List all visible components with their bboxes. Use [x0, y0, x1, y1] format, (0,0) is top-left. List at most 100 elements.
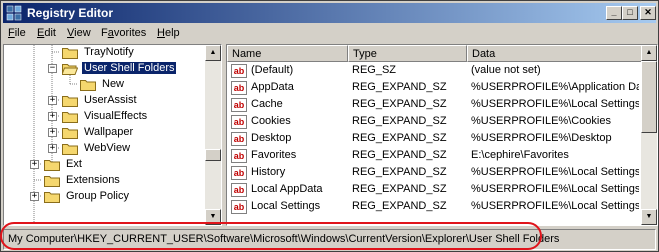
- value-type: REG_SZ: [352, 64, 397, 76]
- tree-node-userassist[interactable]: + UserAssist: [4, 93, 204, 109]
- expand-icon[interactable]: +: [30, 192, 39, 201]
- string-value-icon: ab: [231, 115, 247, 129]
- value-data: E:\cephire\Favorites: [471, 149, 569, 161]
- tree-node-extensions[interactable]: Extensions: [4, 173, 204, 189]
- values-list-pane[interactable]: Name Type Data ab (Default) REG_SZ (valu…: [226, 44, 658, 226]
- folder-icon: [62, 48, 78, 59]
- value-data: %USERPROFILE%\Local Settings: [471, 200, 639, 212]
- value-row[interactable]: ab Cache REG_EXPAND_SZ %USERPROFILE%\Loc…: [227, 97, 639, 114]
- folder-icon: [62, 96, 78, 107]
- tree-node-label: VisualEffects: [84, 110, 148, 122]
- value-type: REG_EXPAND_SZ: [352, 132, 447, 144]
- tree-node-traynotify[interactable]: TrayNotify: [4, 45, 204, 61]
- folder-icon: [44, 176, 60, 187]
- menu-view[interactable]: View: [67, 27, 91, 39]
- value-row[interactable]: ab Cookies REG_EXPAND_SZ %USERPROFILE%\C…: [227, 114, 639, 131]
- minimize-button[interactable]: _: [606, 6, 622, 20]
- minimize-icon: _: [611, 7, 617, 17]
- tree-node-label: User Shell Folders: [80, 61, 178, 75]
- folder-icon: [80, 80, 96, 91]
- value-row[interactable]: ab Local Settings REG_EXPAND_SZ %USERPRO…: [227, 199, 639, 216]
- expand-icon[interactable]: +: [30, 160, 39, 169]
- value-name: Favorites: [251, 149, 297, 161]
- menu-bar: File Edit View Favorites Help: [3, 24, 656, 43]
- folder-icon: [62, 112, 78, 123]
- column-header-name[interactable]: Name: [227, 45, 348, 62]
- arrow-down-icon: ▼: [645, 213, 653, 220]
- string-value-icon: ab: [231, 166, 247, 180]
- scroll-thumb[interactable]: [205, 149, 221, 161]
- menu-favorites[interactable]: Favorites: [101, 27, 146, 39]
- value-row[interactable]: ab (Default) REG_SZ (value not set): [227, 63, 639, 80]
- value-name: (Default): [251, 64, 294, 76]
- value-row[interactable]: ab AppData REG_EXPAND_SZ %USERPROFILE%\A…: [227, 80, 639, 97]
- string-value-icon: ab: [231, 81, 247, 95]
- value-name: Cache: [251, 98, 283, 110]
- arrow-up-icon: ▲: [645, 49, 653, 56]
- value-data: %USERPROFILE%\Local Settings\Appl: [471, 183, 639, 195]
- tree-node-label: Group Policy: [66, 190, 129, 202]
- expand-icon[interactable]: +: [48, 96, 57, 105]
- value-data: %USERPROFILE%\Desktop: [471, 132, 612, 144]
- tree-node-wallpaper[interactable]: + Wallpaper: [4, 125, 204, 141]
- tree-node-label: New: [102, 78, 125, 90]
- scroll-thumb[interactable]: [641, 61, 657, 133]
- tree-node-user-shell-folders[interactable]: − User Shell Folders: [4, 61, 204, 77]
- scroll-up-button[interactable]: ▲: [641, 45, 657, 61]
- string-value-icon: ab: [231, 132, 247, 146]
- value-data: (value not set): [471, 64, 541, 76]
- value-row[interactable]: ab History REG_EXPAND_SZ %USERPROFILE%\L…: [227, 165, 639, 182]
- tree-node-new[interactable]: New: [4, 77, 204, 93]
- open-folder-icon: [62, 64, 78, 75]
- scroll-up-button[interactable]: ▲: [205, 45, 221, 61]
- expand-icon[interactable]: +: [48, 144, 57, 153]
- status-path-highlight: [0, 222, 542, 250]
- maximize-button[interactable]: □: [622, 6, 638, 20]
- menu-file[interactable]: File: [8, 27, 26, 39]
- tree-scrollbar[interactable]: ▲ ▼: [205, 45, 221, 225]
- value-name: AppData: [251, 81, 294, 93]
- value-data: %USERPROFILE%\Application Data: [471, 81, 639, 93]
- column-header-type[interactable]: Type: [348, 45, 467, 62]
- key-tree-pane[interactable]: TrayNotify − User Shell Folders New + Us…: [3, 44, 222, 226]
- value-type: REG_EXPAND_SZ: [352, 166, 447, 178]
- value-type: REG_EXPAND_SZ: [352, 183, 447, 195]
- expand-icon[interactable]: +: [48, 112, 57, 121]
- list-scrollbar[interactable]: ▲ ▼: [641, 45, 657, 225]
- tree-node-label: Extensions: [66, 174, 120, 186]
- tree-node-group-policy[interactable]: + Group Policy: [4, 189, 204, 205]
- folder-icon: [44, 160, 60, 171]
- string-value-icon: ab: [231, 149, 247, 163]
- scroll-down-button[interactable]: ▼: [641, 209, 657, 225]
- value-row[interactable]: ab Favorites REG_EXPAND_SZ E:\cephire\Fa…: [227, 148, 639, 165]
- value-name: Cookies: [251, 115, 291, 127]
- window-title: Registry Editor: [27, 6, 114, 20]
- string-value-icon: ab: [231, 183, 247, 197]
- value-type: REG_EXPAND_SZ: [352, 200, 447, 212]
- close-button[interactable]: ✕: [640, 6, 656, 20]
- tree-node-label: TrayNotify: [84, 46, 134, 58]
- column-header-data[interactable]: Data: [467, 45, 642, 62]
- registry-editor-icon: [6, 5, 22, 21]
- value-name: Local Settings: [251, 200, 321, 212]
- title-bar[interactable]: Registry Editor _ □ ✕: [3, 3, 656, 23]
- close-icon: ✕: [644, 7, 652, 17]
- menu-edit[interactable]: Edit: [37, 27, 56, 39]
- value-row[interactable]: ab Local AppData REG_EXPAND_SZ %USERPROF…: [227, 182, 639, 199]
- tree-node-label: WebView: [84, 142, 131, 154]
- folder-icon: [62, 128, 78, 139]
- tree-node-webview[interactable]: + WebView: [4, 141, 204, 157]
- tree-node-label: Ext: [66, 158, 82, 170]
- collapse-icon[interactable]: −: [48, 64, 57, 73]
- string-value-icon: ab: [231, 64, 247, 78]
- value-name: History: [251, 166, 286, 178]
- tree-node-ext[interactable]: + Ext: [4, 157, 204, 173]
- menu-help[interactable]: Help: [157, 27, 180, 39]
- value-row[interactable]: ab Desktop REG_EXPAND_SZ %USERPROFILE%\D…: [227, 131, 639, 148]
- value-name: Local AppData: [251, 183, 323, 195]
- tree-node-label: UserAssist: [84, 94, 137, 106]
- expand-icon[interactable]: +: [48, 128, 57, 137]
- arrow-up-icon: ▲: [209, 49, 217, 56]
- value-data: %USERPROFILE%\Local Settings\Tempo: [471, 98, 639, 110]
- tree-node-visualeffects[interactable]: + VisualEffects: [4, 109, 204, 125]
